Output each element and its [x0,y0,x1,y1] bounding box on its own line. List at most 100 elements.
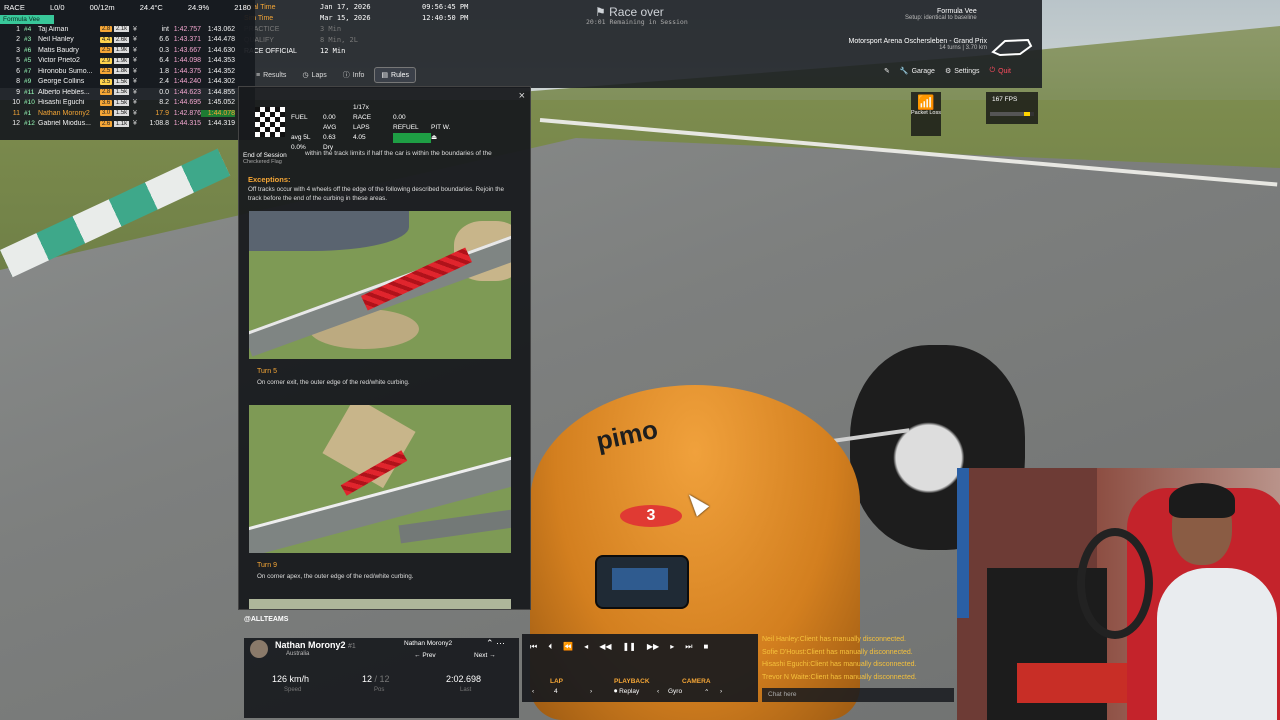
lap-prev-icon[interactable]: ‹ [532,688,534,695]
table-row[interactable]: 12 #12 Gabriel Miodus... 2.6 1.1k ¥1:08.8 1:44… [0,119,255,130]
fast-forward-icon[interactable]: ▶▶ [647,642,659,652]
row-last-lap: 1:42.757 [173,25,201,33]
driver-card: Nathan Morony2 #1 Australia Nathan Moron… [244,638,519,718]
webcam-monitor [957,468,969,618]
row-last-lap: 1:44.098 [173,57,201,65]
row-license: 2.6 [100,120,112,127]
end-of-session: End of Session Checkered Flag [243,152,287,165]
row-car-number: #1 [24,109,32,117]
row-position: 6 [16,67,20,75]
row-position: 3 [16,46,20,54]
tab-results[interactable]: ≡ Results [250,67,292,83]
driver-selector[interactable]: Nathan Morony2 [404,640,452,647]
garage-button[interactable]: 🔧 Garage [899,67,935,76]
rewind-icon[interactable]: ◀◀ [599,642,611,652]
right-nav: ✎ 🔧 Garage ⚙ Settings ⏻ Quit [884,67,1011,75]
eos-title: End of Session [243,152,287,159]
camera-up-icon[interactable]: ⌃ [704,688,709,696]
turn5-text: On corner exit, the outer edge of the re… [257,379,410,386]
session-tabs: ≡ Results ◷ Laps ⓘ Info ▤ Rules [250,67,416,83]
camera-prev-icon[interactable]: ‹ [657,688,659,695]
lap-next-icon[interactable]: › [590,688,592,695]
row-driver-name: George Collins [38,78,85,86]
step-back-icon[interactable]: ◂ [584,642,588,652]
driver-name: Nathan Morony2 #1 [275,640,356,650]
row-irating: 1.8k [114,68,129,75]
prev-driver-button[interactable]: ← Prev [414,652,436,659]
prev-lap-icon[interactable]: ⏪ [563,642,573,652]
table-row[interactable]: 8 #9 George Collins 3.5 1.5k ¥2.4 1:44.240 1:44… [0,77,255,88]
table-row[interactable]: 2 #3 Neil Hanley 4.4 2.6k ¥6.6 1:43.371 1:44.47… [0,35,255,46]
race-label: RACE [353,114,372,121]
skip-start-icon[interactable]: ⏮ [530,642,537,652]
settings-button[interactable]: ⚙ Settings [944,67,980,76]
row-license: 2.8 [100,89,112,96]
row-irating: 1.5k [114,78,129,85]
row-last-lap: 1:44.695 [173,99,201,107]
prev-frame-icon[interactable]: ⏴ [548,642,552,652]
fuel-value: 0.00 [323,114,336,121]
camera-next-icon[interactable]: › [720,688,722,695]
tab-info[interactable]: ⓘ Info [337,67,371,83]
lap-value: 4 [554,688,558,695]
tyre-icon: ¥ [133,57,137,65]
playback-value[interactable]: ⏺ Replay [614,688,639,696]
info-icon: ⓘ [342,72,350,79]
lap-counter: L0/0 [49,3,65,12]
table-row[interactable]: 9 #11 Alberto Hebles... 2.8 1.5k ¥0.0 1:44.623… [0,87,255,98]
edit-button[interactable]: ✎ [884,67,890,75]
row-position: 9 [16,88,20,96]
table-row[interactable]: 1 #4 Taj Aiman 2.8 2.1k ¥ int 1:42.757 1:43.062 [0,24,255,35]
webcam-person [1157,568,1277,720]
playback-label: PLAYBACK [614,678,650,685]
row-driver-name: Nathan Morony2 [38,109,90,117]
car-icon: ⏏ [431,134,438,141]
turn9-text: On corner apex, the outer edge of the re… [257,573,414,580]
table-row[interactable]: 11 #1 Nathan Morony2 3.0 1.5k ¥17.9 1:42.876 1:… [0,108,255,119]
refuel-label: REFUEL [393,124,419,131]
row-gap: 2.4 [159,78,169,86]
tab-laps[interactable]: ◷ Laps [296,67,332,83]
table-row[interactable]: 5 #5 Victor Prieto2 2.9 1.9k ¥6.4 1:44.098 1:44… [0,56,255,67]
skip-end-icon[interactable]: ⏭ [685,642,692,652]
camera-icon[interactable]: ■ [703,642,708,652]
close-icon[interactable]: × [519,90,525,102]
humidity: 24.9% [187,3,210,12]
race-duration: 12 Min [320,47,346,55]
row-car-number: #4 [24,25,32,33]
row-car-number: #11 [24,88,35,96]
turn9-title: Turn 9 [257,562,277,569]
table-row[interactable]: 3 #6 Matis Baudry 2.5 1.9k ¥0.3 1:43.667 1:44.6… [0,45,255,56]
chevron-up-icon[interactable]: ⌃ ⋯ [486,638,505,649]
row-best-lap: 1:44.855 [207,88,235,96]
table-row[interactable]: 10 #10 Hisashi Eguchi 3.6 1.5k ¥8.2 1:44.695 1:… [0,98,255,109]
team-filter[interactable]: @ALLTEAMS [244,616,288,623]
row-irating: 2.1k [114,26,129,33]
chat-input[interactable]: Chat here [762,688,954,702]
row-best-lap: 1:44.078 [201,109,235,117]
next-turn-image [249,599,511,609]
last-lap-value: 2:02.698 [446,674,482,684]
row-license: 3.6 [100,99,112,106]
qualify-duration: 8 Min, 2L [320,36,358,44]
gear-icon: ⚙ [944,68,952,75]
row-license: 2.5 [100,68,112,75]
laps-value: 4.05 [353,134,366,141]
next-driver-button[interactable]: Next → [474,652,496,659]
real-clock: 09:56:45 PM [422,3,469,11]
row-position: 1 [16,25,20,33]
wrench-icon: 🔧 [899,68,909,75]
tyre-icon: ¥ [133,25,137,33]
quit-button[interactable]: ⏻ Quit [990,67,1011,75]
row-best-lap: 1:44.353 [207,57,235,65]
row-license: 2.5 [100,47,112,54]
prev-label: Prev [422,652,436,659]
table-row[interactable]: 6 #7 Hironobu Sumo... 2.5 1.8k ¥1.8 1:44.375 1:… [0,66,255,77]
position-value: 12 / 12 [362,674,390,684]
replay-buttons: ⏮ ⏴ ⏪ ◂ ◀◀ ❚❚ ▶▶ ▸ ⏭ ■ [530,642,708,652]
driver-number: #1 [348,643,356,650]
fuel-widget: 1/17x FUEL 0.00 RACE 0.00 AVG LAPS REFUEL PIT … [291,103,461,153]
pause-icon[interactable]: ❚❚ [623,642,636,652]
step-forward-icon[interactable]: ▸ [670,642,674,652]
tab-rules[interactable]: ▤ Rules [374,67,416,83]
